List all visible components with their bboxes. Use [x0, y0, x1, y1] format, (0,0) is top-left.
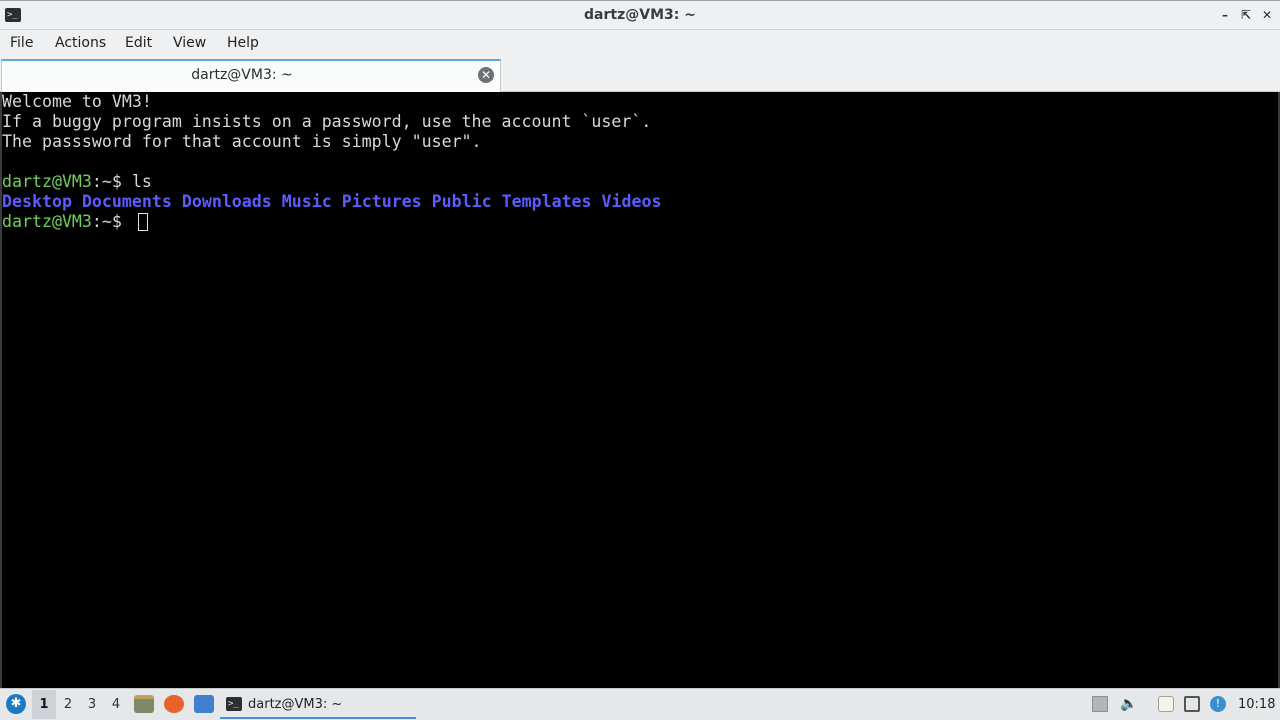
terminal-line: Welcome to VM3!: [2, 92, 152, 111]
restore-button[interactable]: ⇱: [1238, 7, 1254, 23]
prompt-path: :~$: [91, 212, 132, 231]
show-desktop-icon[interactable]: [194, 695, 214, 713]
task-label: dartz@VM3: ~: [248, 697, 343, 712]
close-tab-icon[interactable]: ✕: [478, 67, 494, 83]
window-title: dartz@VM3: ~: [584, 7, 696, 23]
menu-file[interactable]: File: [10, 35, 33, 51]
menu-bar: File Actions Edit View Help: [0, 30, 1280, 58]
text-cursor: [137, 213, 148, 231]
dir-entry: Videos: [601, 192, 662, 211]
workspace-3[interactable]: 3: [85, 697, 99, 712]
command-line: dartz@VM3:~$ ls: [2, 172, 1278, 192]
menu-view[interactable]: View: [173, 35, 206, 51]
close-window-button[interactable]: ✕: [1259, 7, 1275, 23]
dir-entry: Music: [281, 192, 332, 211]
dir-entry: Pictures: [341, 192, 422, 211]
file-manager-icon[interactable]: [134, 695, 154, 713]
dir-entry: Documents: [81, 192, 172, 211]
tray-expand-icon[interactable]: [1092, 696, 1108, 712]
menu-help[interactable]: Help: [227, 35, 259, 51]
terminal-output[interactable]: Welcome to VM3! If a buggy program insis…: [0, 92, 1280, 688]
network-icon[interactable]: [1184, 696, 1200, 712]
clipboard-icon[interactable]: [1158, 696, 1174, 712]
taskbar: ✱ 1 2 3 4 >_ dartz@VM3: ~ 🔈 ! 10:18: [0, 688, 1280, 720]
prompt-user-host: dartz@VM3: [2, 172, 92, 191]
volume-icon[interactable]: 🔈: [1120, 696, 1137, 712]
workspace-4[interactable]: 4: [109, 697, 123, 712]
active-prompt-line[interactable]: dartz@VM3:~$: [2, 212, 1278, 232]
tab-bar: dartz@VM3: ~ ✕: [0, 58, 1280, 92]
dir-entry: Public: [431, 192, 492, 211]
firefox-icon[interactable]: [164, 695, 184, 713]
ls-output-line: Desktop Documents Downloads Music Pictures Pu…: [2, 192, 1278, 212]
workspace-1[interactable]: 1: [37, 697, 51, 712]
terminal-tab[interactable]: dartz@VM3: ~ ✕: [1, 59, 501, 92]
notification-icon[interactable]: !: [1210, 696, 1226, 712]
minimize-button[interactable]: –: [1217, 7, 1233, 23]
dir-entry: Desktop: [2, 192, 72, 211]
tab-title: dartz@VM3: ~: [191, 67, 293, 83]
start-menu-icon[interactable]: ✱: [6, 694, 26, 714]
command-text: ls: [131, 172, 152, 191]
menu-actions[interactable]: Actions: [55, 35, 106, 51]
window-titlebar[interactable]: >_ dartz@VM3: ~ – ⇱ ✕: [0, 0, 1280, 30]
workspace-2[interactable]: 2: [61, 697, 75, 712]
dir-entry: Templates: [501, 192, 592, 211]
dir-entry: Downloads: [181, 192, 272, 211]
terminal-icon: >_: [226, 697, 242, 711]
prompt-path: :~$: [91, 172, 132, 191]
clock[interactable]: 10:18: [1238, 697, 1275, 712]
task-terminal[interactable]: >_ dartz@VM3: ~: [220, 690, 416, 719]
menu-edit[interactable]: Edit: [125, 35, 152, 51]
terminal-line: If a buggy program insists on a password…: [2, 112, 652, 131]
terminal-line: The passsword for that account is simply…: [2, 132, 482, 151]
prompt-user-host: dartz@VM3: [2, 212, 92, 231]
